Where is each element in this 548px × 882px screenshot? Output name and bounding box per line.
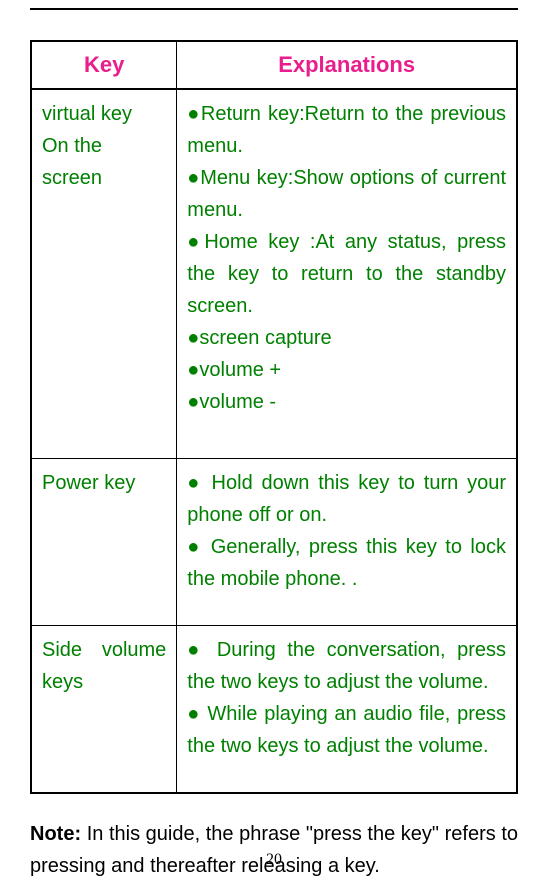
key-text: On the screen — [42, 135, 102, 189]
bullet-item: ● Generally, press this key to lock the … — [187, 531, 506, 595]
key-explanations-table: Key Explanations virtual key On the scre… — [30, 40, 518, 794]
header-explanations: Explanations — [177, 41, 517, 89]
top-divider — [30, 8, 518, 10]
bullet-item: ● During the conversation, press the two… — [187, 634, 506, 698]
key-cell-virtual: virtual key On the screen — [31, 89, 177, 459]
bullet-item: ● Hold down this key to turn your phone … — [187, 467, 506, 531]
explanation-cell-side-volume: ● During the conversation, press the two… — [177, 626, 517, 794]
table-row: virtual key On the screen ●Return key:Re… — [31, 89, 517, 459]
bullet-item: ●Home key :At any status, press the key … — [187, 226, 506, 322]
note-label: Note: — [30, 823, 81, 845]
bullet-item: ● While playing an audio file, press the… — [187, 698, 506, 762]
bullet-item: ●Menu key:Show options of current menu. — [187, 162, 506, 226]
page-number: 20 — [266, 851, 282, 869]
key-text: Power key — [42, 472, 135, 494]
table-row: Side volume keys ● During the conversati… — [31, 626, 517, 794]
key-cell-side-volume: Side volume keys — [31, 626, 177, 794]
explanation-cell-virtual: ●Return key:Return to the previous menu.… — [177, 89, 517, 459]
key-text: virtual key — [42, 103, 132, 125]
bullet-item: ●volume - — [187, 386, 506, 418]
explanation-cell-power: ● Hold down this key to turn your phone … — [177, 459, 517, 626]
note-paragraph: Note: In this guide, the phrase "press t… — [30, 818, 518, 882]
bullet-item: ●Return key:Return to the previous menu. — [187, 98, 506, 162]
bullet-item: ●volume + — [187, 354, 506, 386]
bullet-item: ●screen capture — [187, 322, 506, 354]
table-header-row: Key Explanations — [31, 41, 517, 89]
key-cell-power: Power key — [31, 459, 177, 626]
key-text: Side volume keys — [42, 634, 166, 698]
table-row: Power key ● Hold down this key to turn y… — [31, 459, 517, 626]
header-key: Key — [31, 41, 177, 89]
